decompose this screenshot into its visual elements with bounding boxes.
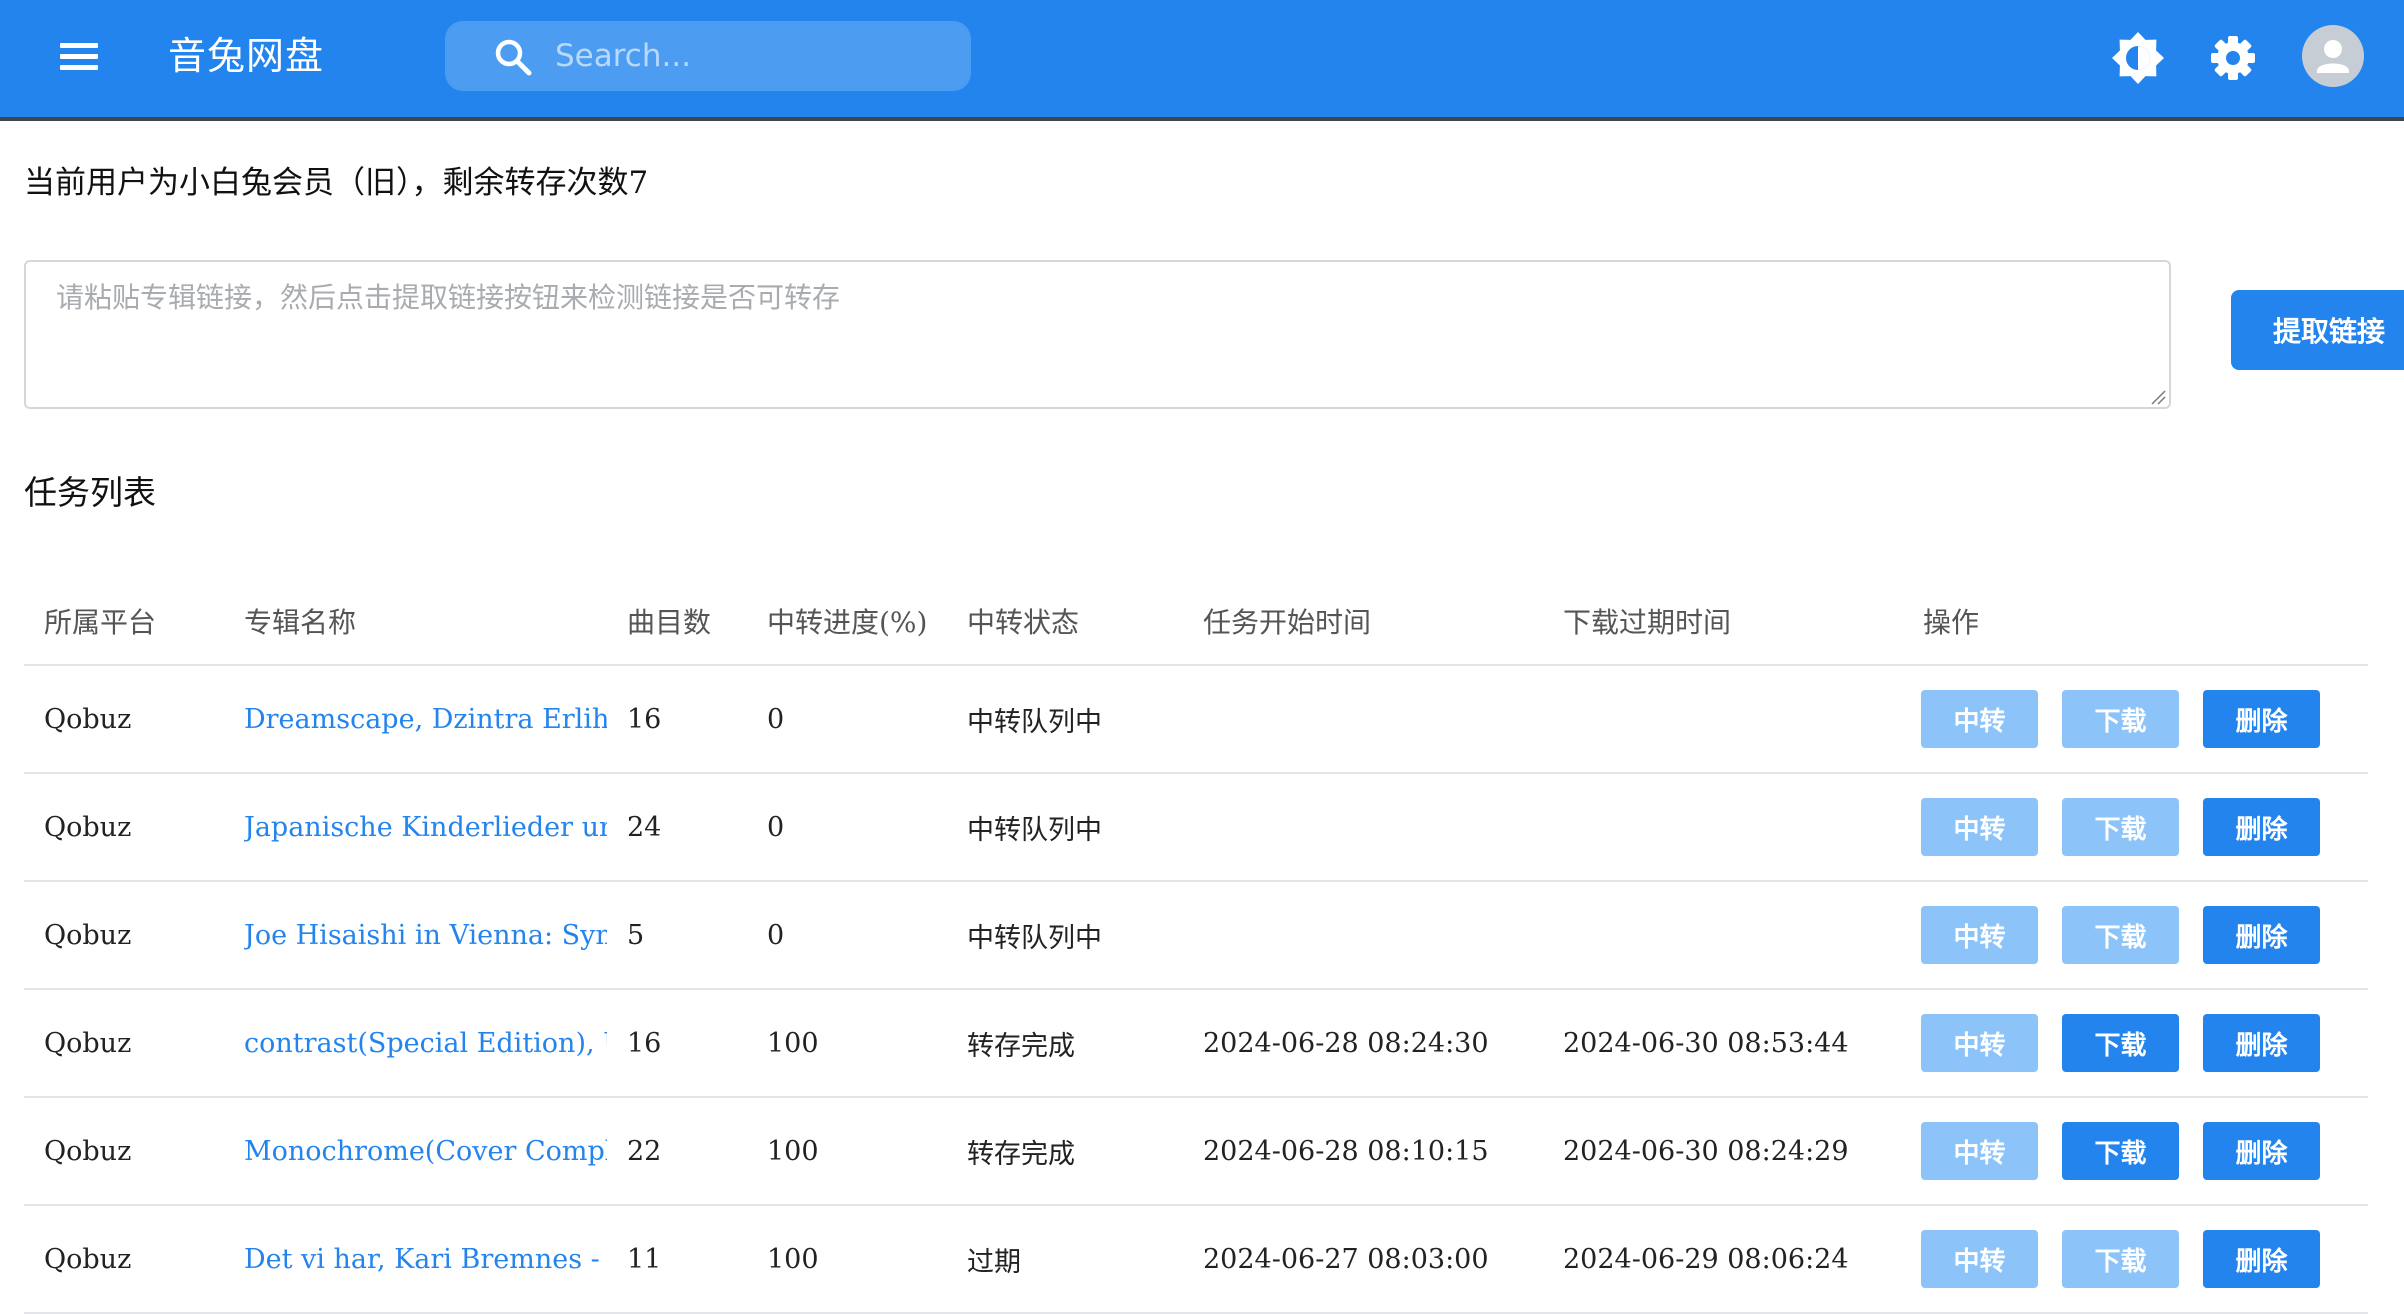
- task-table: 所属平台 专辑名称 曲目数 中转进度(%) 中转状态 任务开始时间 下载过期时间…: [24, 577, 2368, 1314]
- tracks-cell: 16: [607, 989, 747, 1098]
- actions-cell: 中转 下载 删除: [1903, 1205, 2368, 1314]
- task-list-title: 任务列表: [24, 473, 156, 512]
- delete-button[interactable]: 删除: [2203, 690, 2320, 748]
- album-link[interactable]: Dreamscape, Dzintra Erliha - Qobuz: [224, 665, 607, 774]
- user-avatar-icon[interactable]: [2302, 25, 2364, 87]
- column-header-album: 专辑名称: [224, 577, 607, 666]
- status-cell: 中转队列中: [947, 773, 1183, 882]
- start-time-cell: [1183, 881, 1543, 990]
- table-row: Qobuz Joe Hisaishi in Vienna: Symphony 5…: [24, 881, 2368, 990]
- table-row: Qobuz contrast(Special Edition), URU - Q…: [24, 989, 2368, 1098]
- download-button[interactable]: 下载: [2062, 798, 2179, 856]
- search-bar[interactable]: [445, 21, 971, 91]
- brightness-icon[interactable]: [2108, 28, 2168, 88]
- expire-time-cell: [1543, 665, 1903, 774]
- platform-cell: Qobuz: [24, 989, 224, 1098]
- album-link[interactable]: Det vi har, Kari Bremnes - Qobuz: [224, 1205, 607, 1314]
- tracks-cell: 5: [607, 881, 747, 990]
- progress-cell: 0: [747, 881, 947, 990]
- search-input[interactable]: [555, 29, 945, 83]
- status-cell: 转存完成: [947, 989, 1183, 1098]
- download-button[interactable]: 下载: [2062, 1122, 2179, 1180]
- transfer-button[interactable]: 中转: [1921, 798, 2038, 856]
- progress-cell: 100: [747, 1097, 947, 1206]
- actions-cell: 中转 下载 删除: [1903, 1097, 2368, 1206]
- actions-cell: 中转 下载 删除: [1903, 773, 2368, 882]
- table-row: Qobuz Japanische Kinderlieder und Lieder…: [24, 773, 2368, 882]
- album-link[interactable]: Joe Hisaishi in Vienna: Symphony: [224, 881, 607, 990]
- progress-cell: 100: [747, 1205, 947, 1314]
- status-cell: 中转队列中: [947, 665, 1183, 774]
- platform-cell: Qobuz: [24, 881, 224, 990]
- album-link[interactable]: contrast(Special Edition), URU - Qobuz: [224, 989, 607, 1098]
- resize-handle-icon[interactable]: [2150, 389, 2166, 405]
- delete-button[interactable]: 删除: [2203, 1230, 2320, 1288]
- tracks-cell: 24: [607, 773, 747, 882]
- download-button[interactable]: 下载: [2062, 1230, 2179, 1288]
- column-header-platform: 所属平台: [24, 577, 224, 666]
- tracks-cell: 16: [607, 665, 747, 774]
- start-time-cell: [1183, 665, 1543, 774]
- menu-icon[interactable]: [50, 36, 110, 80]
- table-row: Qobuz Monochrome(Cover Complete Edition)…: [24, 1097, 2368, 1206]
- actions-cell: 中转 下载 删除: [1903, 989, 2368, 1098]
- user-info-text: 当前用户为小白兔会员（旧），剩余转存次数7: [24, 165, 649, 201]
- status-cell: 中转队列中: [947, 881, 1183, 990]
- expire-time-cell: 2024-06-29 08:06:24: [1543, 1205, 1903, 1314]
- extract-link-button[interactable]: 提取链接: [2231, 290, 2404, 370]
- tracks-cell: 11: [607, 1205, 747, 1314]
- actions-cell: 中转 下载 删除: [1903, 881, 2368, 990]
- delete-button[interactable]: 删除: [2203, 1014, 2320, 1072]
- table-row: Qobuz Dreamscape, Dzintra Erliha - Qobuz…: [24, 665, 2368, 774]
- actions-cell: 中转 下载 删除: [1903, 665, 2368, 774]
- column-header-expire-time: 下载过期时间: [1543, 577, 1903, 666]
- transfer-button[interactable]: 中转: [1921, 1122, 2038, 1180]
- column-header-status: 中转状态: [947, 577, 1183, 666]
- expire-time-cell: [1543, 881, 1903, 990]
- platform-cell: Qobuz: [24, 665, 224, 774]
- column-header-progress: 中转进度(%): [747, 577, 947, 666]
- delete-button[interactable]: 删除: [2203, 906, 2320, 964]
- start-time-cell: 2024-06-28 08:10:15: [1183, 1097, 1543, 1206]
- album-link-input[interactable]: [24, 260, 2171, 409]
- status-cell: 过期: [947, 1205, 1183, 1314]
- start-time-cell: 2024-06-27 08:03:00: [1183, 1205, 1543, 1314]
- platform-cell: Qobuz: [24, 1205, 224, 1314]
- column-header-actions: 操作: [1903, 577, 2368, 666]
- gear-icon[interactable]: [2203, 28, 2263, 88]
- tracks-cell: 22: [607, 1097, 747, 1206]
- transfer-button[interactable]: 中转: [1921, 690, 2038, 748]
- platform-cell: Qobuz: [24, 1097, 224, 1206]
- column-header-tracks: 曲目数: [607, 577, 747, 666]
- download-button[interactable]: 下载: [2062, 906, 2179, 964]
- download-button[interactable]: 下载: [2062, 690, 2179, 748]
- delete-button[interactable]: 删除: [2203, 1122, 2320, 1180]
- expire-time-cell: 2024-06-30 08:24:29: [1543, 1097, 1903, 1206]
- table-header-row: 所属平台 专辑名称 曲目数 中转进度(%) 中转状态 任务开始时间 下载过期时间…: [24, 577, 2368, 666]
- transfer-button[interactable]: 中转: [1921, 1230, 2038, 1288]
- search-icon: [495, 39, 532, 76]
- app-bar: 音兔网盘: [0, 0, 2404, 121]
- delete-button[interactable]: 删除: [2203, 798, 2320, 856]
- progress-cell: 100: [747, 989, 947, 1098]
- transfer-button[interactable]: 中转: [1921, 906, 2038, 964]
- progress-cell: 0: [747, 773, 947, 882]
- download-button[interactable]: 下载: [2062, 1014, 2179, 1072]
- start-time-cell: 2024-06-28 08:24:30: [1183, 989, 1543, 1098]
- progress-cell: 0: [747, 665, 947, 774]
- status-cell: 转存完成: [947, 1097, 1183, 1206]
- column-header-start-time: 任务开始时间: [1183, 577, 1543, 666]
- album-link[interactable]: Monochrome(Cover Complete Edition): [224, 1097, 607, 1206]
- transfer-button[interactable]: 中转: [1921, 1014, 2038, 1072]
- platform-cell: Qobuz: [24, 773, 224, 882]
- app-title: 音兔网盘: [168, 34, 325, 78]
- table-row: Qobuz Det vi har, Kari Bremnes - Qobuz 1…: [24, 1205, 2368, 1314]
- expire-time-cell: 2024-06-30 08:53:44: [1543, 989, 1903, 1098]
- expire-time-cell: [1543, 773, 1903, 882]
- start-time-cell: [1183, 773, 1543, 882]
- album-link[interactable]: Japanische Kinderlieder und Lieder: [224, 773, 607, 882]
